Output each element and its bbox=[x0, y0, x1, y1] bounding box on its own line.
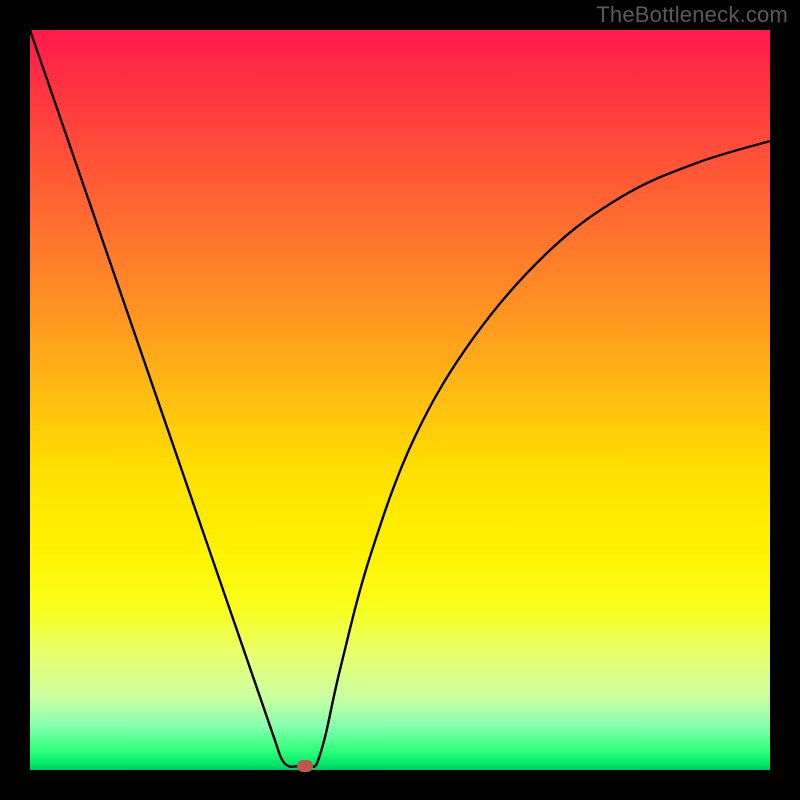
plot-area bbox=[30, 30, 770, 770]
bottleneck-curve bbox=[30, 30, 770, 767]
optimal-marker bbox=[297, 760, 313, 772]
chart-stage: TheBottleneck.com bbox=[0, 0, 800, 800]
watermark-text: TheBottleneck.com bbox=[596, 2, 788, 28]
curve-svg bbox=[30, 30, 770, 770]
